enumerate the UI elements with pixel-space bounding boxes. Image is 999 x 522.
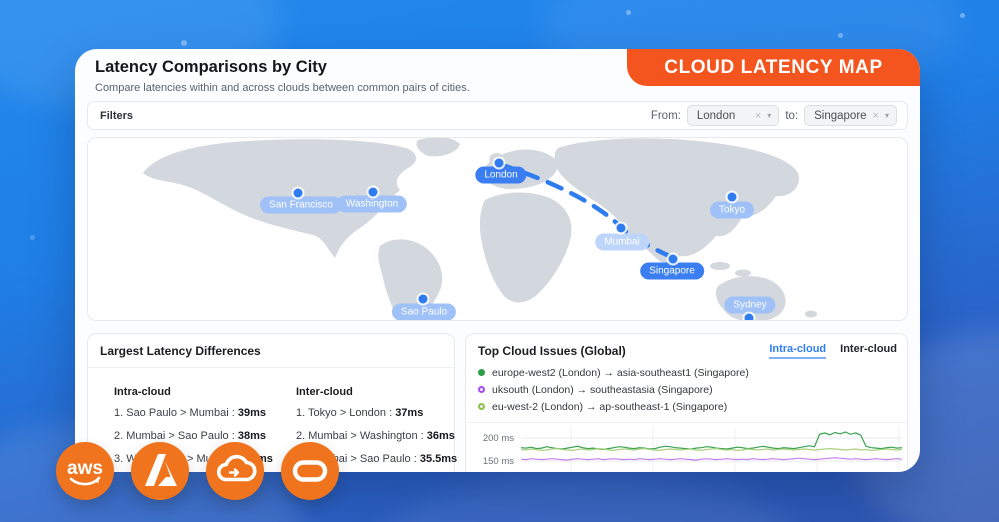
divider xyxy=(88,367,454,368)
filters-label: Filters xyxy=(100,109,134,122)
panel-title: Largest Latency Differences xyxy=(100,344,261,358)
y-axis-tick-label: 150 ms xyxy=(483,456,514,467)
y-axis-tick-label: 200 ms xyxy=(483,433,514,444)
legend-label: uksouth (London) → southeastasia (Singap… xyxy=(492,383,713,396)
latency-item: 1. Sao Paulo > Mumbai : 39ms xyxy=(114,407,266,419)
clear-icon[interactable]: × xyxy=(755,110,761,122)
oracle-icon[interactable] xyxy=(281,442,339,500)
latency-item: 2. Mumbai > Washington : 36ms xyxy=(296,430,455,442)
city-label-mumbai[interactable]: Mumbai xyxy=(595,233,649,251)
chart-legend: europe-west2 (London) → asia-southeast1 … xyxy=(478,364,749,415)
aws-icon[interactable]: aws xyxy=(56,442,114,500)
google-cloud-icon[interactable] xyxy=(206,442,264,500)
latency-item: 2. Mumbai > Sao Paulo : 38ms xyxy=(114,430,266,442)
legend-item: eu-west-2 (London) → ap-southeast-1 (Sin… xyxy=(478,398,749,415)
legend-label: eu-west-2 (London) → ap-southeast-1 (Sin… xyxy=(492,400,728,413)
to-city-value: Singapore xyxy=(814,109,867,122)
from-city-value: London xyxy=(696,109,736,122)
chart-series-uksouth xyxy=(520,457,903,461)
legend-dot-icon xyxy=(478,369,485,376)
from-label: From: xyxy=(650,109,681,122)
latency-dashboard-card: CLOUD LATENCY MAP Latency Comparisons by… xyxy=(75,49,920,472)
banner-label: CLOUD LATENCY MAP xyxy=(664,56,883,78)
tab-intra-cloud[interactable]: Intra-cloud xyxy=(769,343,827,359)
city-marker-san-francisco[interactable] xyxy=(293,188,303,198)
dot-decoration xyxy=(626,10,631,15)
chevron-down-icon[interactable]: ▾ xyxy=(885,111,889,120)
clear-icon[interactable]: × xyxy=(873,110,879,122)
dot-decoration xyxy=(838,33,843,38)
legend-item: uksouth (London) → southeastasia (Singap… xyxy=(478,381,749,398)
to-label: to: xyxy=(785,109,799,122)
chevron-down-icon[interactable]: ▾ xyxy=(767,111,771,120)
legend-dot-icon xyxy=(478,386,485,393)
city-label-london[interactable]: London xyxy=(475,166,527,184)
column-header: Inter-cloud xyxy=(296,386,353,398)
from-city-select[interactable]: London × ▾ xyxy=(686,105,780,126)
city-marker-tokyo[interactable] xyxy=(727,192,737,202)
filters-bar: Filters From: London × ▾ to: Singapore ×… xyxy=(87,101,908,130)
city-marker-singapore[interactable] xyxy=(668,254,678,264)
city-label-tokyo[interactable]: Tokyo xyxy=(709,201,755,219)
page-title: Latency Comparisons by City xyxy=(95,58,327,76)
world-latency-map: San Francisco Washington London Mumbai Singa… xyxy=(87,137,908,321)
city-label-sao-paulo[interactable]: Sao Paulo xyxy=(391,303,457,320)
page-subtitle: Compare latencies within and across clou… xyxy=(95,82,470,94)
azure-icon[interactable] xyxy=(131,442,189,500)
city-marker-london[interactable] xyxy=(494,158,504,168)
latency-item: 1. Tokyo > London : 37ms xyxy=(296,407,424,419)
legend-item: europe-west2 (London) → asia-southeast1 … xyxy=(478,364,749,381)
column-header: Intra-cloud xyxy=(114,386,171,398)
city-marker-sao-paulo[interactable] xyxy=(418,294,428,304)
legend-label: europe-west2 (London) → asia-southeast1 … xyxy=(492,366,749,379)
legend-dot-icon xyxy=(478,403,485,410)
dot-decoration xyxy=(30,235,35,240)
city-label-sydney[interactable]: Sydney xyxy=(724,296,776,314)
city-label-washington[interactable]: Washington xyxy=(336,195,408,213)
dot-decoration xyxy=(960,13,965,18)
city-marker-mumbai[interactable] xyxy=(616,223,626,233)
city-marker-washington[interactable] xyxy=(368,187,378,197)
to-city-select[interactable]: Singapore × ▾ xyxy=(804,105,897,126)
cloud-decoration xyxy=(380,470,800,522)
issues-tabs: Intra-cloud Inter-cloud xyxy=(769,343,897,359)
chart-series-europe-west2 xyxy=(520,431,903,451)
top-cloud-issues-panel: Top Cloud Issues (Global) Intra-cloud Int… xyxy=(465,333,908,472)
chart-series-eu-west-2 xyxy=(520,447,903,452)
city-label-san-francisco[interactable]: San Francisco xyxy=(260,196,342,214)
svg-text:aws: aws xyxy=(67,458,103,479)
dot-decoration xyxy=(181,40,187,46)
city-label-singapore[interactable]: Singapore xyxy=(640,262,704,280)
city-marker-sydney[interactable] xyxy=(744,313,754,320)
latency-line-chart: 200 ms 150 ms xyxy=(476,428,903,472)
panel-title: Top Cloud Issues (Global) xyxy=(478,344,626,358)
divider xyxy=(466,422,907,423)
cloud-latency-map-banner: CLOUD LATENCY MAP xyxy=(627,49,920,86)
tab-inter-cloud[interactable]: Inter-cloud xyxy=(840,343,897,359)
